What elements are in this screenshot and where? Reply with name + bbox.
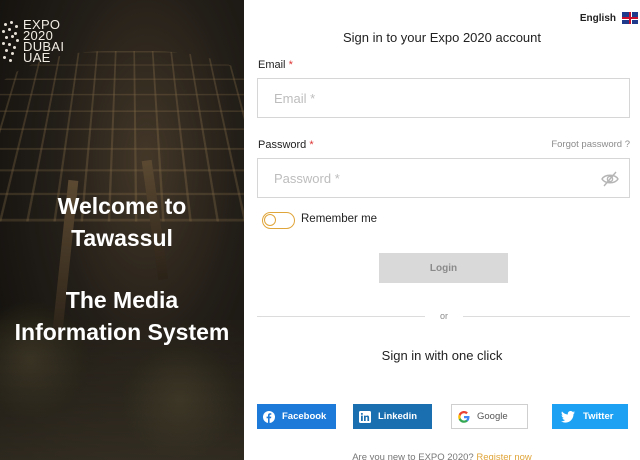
welcome-line-1: Welcome to xyxy=(57,193,187,219)
language-label: English xyxy=(579,12,616,24)
forgot-password-link[interactable]: Forgot password ? xyxy=(551,139,630,150)
welcome-line-2: Tawassul xyxy=(71,225,173,251)
form-title: Sign in to your Expo 2020 account xyxy=(342,30,542,45)
uk-flag-icon xyxy=(622,12,638,24)
expo-logo: EXPO 2020 DUBAI UAE xyxy=(0,18,64,64)
linkedin-login-button[interactable]: Linkedin xyxy=(353,404,432,429)
twitter-login-button[interactable]: Twitter xyxy=(552,404,628,429)
divider-line-right xyxy=(463,316,630,317)
linkedin-icon xyxy=(359,410,371,423)
facebook-icon xyxy=(263,410,275,423)
one-click-title: Sign in with one click xyxy=(381,348,503,363)
google-login-button[interactable]: Google xyxy=(451,404,528,429)
register-now-link[interactable]: Register now xyxy=(476,452,531,460)
required-mark: * xyxy=(309,139,314,151)
hero-panel: EXPO 2020 DUBAI UAE Welcome to Tawassul … xyxy=(0,0,244,460)
facebook-login-button[interactable]: Facebook xyxy=(257,404,336,429)
google-icon xyxy=(458,410,470,423)
login-page: EXPO 2020 DUBAI UAE Welcome to Tawassul … xyxy=(0,0,640,460)
language-selector[interactable]: English xyxy=(580,12,638,24)
linkedin-label: Linkedin xyxy=(378,411,418,422)
password-input[interactable] xyxy=(258,159,629,197)
google-label: Google xyxy=(477,411,508,422)
login-button[interactable]: Login xyxy=(379,253,508,283)
email-input[interactable] xyxy=(258,79,629,117)
remember-me-label: Remember me xyxy=(301,213,378,225)
divider-or-text: or xyxy=(439,311,448,321)
password-field-container xyxy=(257,158,630,198)
required-mark: * xyxy=(288,59,293,71)
system-line-2: Information System xyxy=(14,319,230,345)
twitter-icon xyxy=(561,410,575,423)
expo-logo-text: EXPO 2020 DUBAI UAE xyxy=(23,18,64,64)
expo-logo-mark-icon xyxy=(0,19,20,63)
toggle-knob xyxy=(264,214,276,226)
email-field-container xyxy=(257,78,630,118)
password-label: Password * xyxy=(258,139,314,151)
eye-slash-icon[interactable] xyxy=(601,171,619,187)
system-line-1: The Media xyxy=(65,287,179,313)
facebook-label: Facebook xyxy=(282,411,327,422)
divider-line-left xyxy=(257,316,425,317)
welcome-heading: Welcome to Tawassul xyxy=(0,190,244,254)
register-prompt: Are you new to EXPO 2020? Register now xyxy=(244,452,640,460)
register-prompt-text: Are you new to EXPO 2020? xyxy=(352,452,474,460)
system-heading: The Media Information System xyxy=(0,284,244,348)
twitter-label: Twitter xyxy=(583,411,614,422)
remember-me-toggle[interactable] xyxy=(262,212,295,229)
email-label: Email * xyxy=(258,59,293,71)
